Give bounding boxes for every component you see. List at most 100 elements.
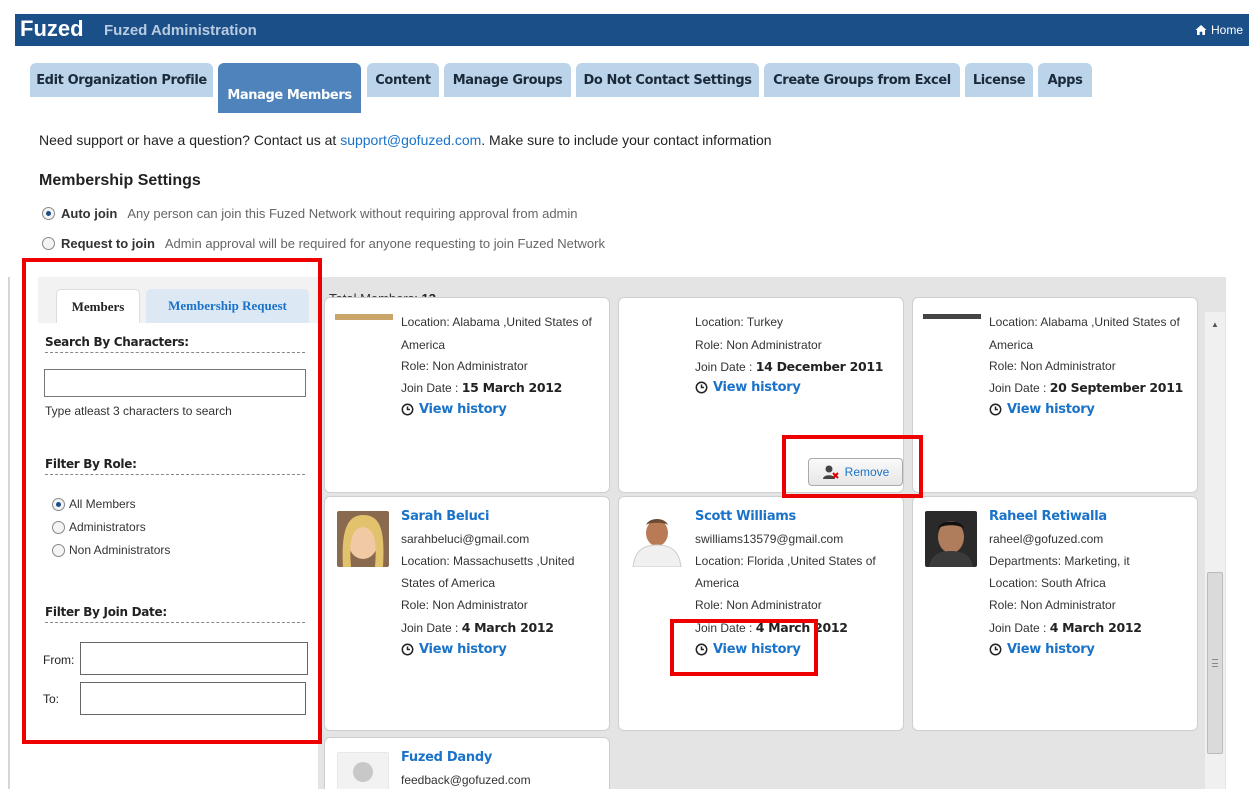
member-join-date: Join Date : 4 March 2012	[401, 620, 554, 635]
member-email: swilliams13579@gmail.com	[695, 532, 844, 546]
support-suffix: . Make sure to include your contact info…	[481, 132, 772, 148]
member-role: Role: Non Administrator	[401, 598, 528, 612]
view-history-label: View history	[1007, 402, 1095, 417]
member-join-date: Join Date : 20 September 2011	[989, 380, 1183, 395]
header-bar: Fuzed Fuzed Administration Home	[15, 14, 1249, 46]
support-message: Need support or have a question? Contact…	[39, 132, 772, 148]
member-name[interactable]: Fuzed Dandy	[401, 750, 492, 765]
support-email-link[interactable]: support@gofuzed.com	[340, 132, 481, 148]
highlight-filter-panel	[22, 258, 322, 744]
auto-join-label: Auto join	[61, 206, 118, 221]
join-date-value: 4 March 2012	[1049, 620, 1142, 635]
avatar	[925, 511, 977, 567]
auto-join-desc: Any person can join this Fuzed Network w…	[127, 206, 578, 221]
request-join-option[interactable]: Request to join Admin approval will be r…	[42, 236, 605, 251]
tab-do-not-contact[interactable]: Do Not Contact Settings	[576, 63, 759, 97]
view-history-link[interactable]: View history	[695, 380, 801, 395]
member-location-cont: America	[695, 576, 740, 590]
tab-content[interactable]: Content	[367, 63, 439, 97]
join-date-value: 15 March 2012	[461, 380, 563, 395]
avatar	[335, 314, 393, 320]
member-card: Sarah Beluci sarahbeluci@gmail.com Locat…	[324, 496, 610, 731]
member-join-date: Join Date : 15 March 2012	[401, 380, 562, 395]
view-history-link[interactable]: View history	[989, 402, 1095, 417]
member-role: Role: Non Administrator	[695, 338, 822, 352]
support-prefix: Need support or have a question? Contact…	[39, 132, 341, 148]
clock-icon	[401, 403, 414, 416]
member-card: Location: Alabama ,United States of Amer…	[912, 297, 1198, 493]
member-join-date: Join Date : 14 December 2011	[695, 359, 883, 374]
member-location-cont: America	[401, 338, 446, 352]
avatar	[631, 511, 683, 567]
request-join-desc: Admin approval will be required for anyo…	[164, 236, 605, 251]
request-join-radio[interactable]	[42, 237, 55, 250]
avatar	[337, 511, 389, 567]
highlight-view-history	[670, 619, 818, 676]
join-date-label: Join Date :	[989, 621, 1047, 635]
tab-edit-organization-profile[interactable]: Edit Organization Profile	[30, 63, 213, 97]
member-location-cont: America	[989, 338, 1034, 352]
clock-icon	[695, 381, 708, 394]
join-date-label: Join Date :	[695, 360, 753, 374]
member-card: Scott Williams swilliams13579@gmail.com …	[618, 496, 904, 731]
member-location: Location: Massachusetts ,United	[401, 554, 575, 568]
clock-icon	[401, 643, 414, 656]
avatar	[337, 752, 389, 789]
tab-create-groups-excel[interactable]: Create Groups from Excel	[764, 63, 960, 97]
member-name[interactable]: Scott Williams	[695, 509, 796, 524]
header-subtitle: Fuzed Administration	[104, 22, 257, 39]
member-card: Raheel Retiwalla raheel@gofuzed.com Depa…	[912, 496, 1198, 731]
membership-settings-title: Membership Settings	[39, 172, 201, 189]
scroll-up-icon[interactable]: ▲	[1211, 320, 1219, 329]
member-departments: Departments: Marketing, it	[989, 554, 1130, 568]
member-role: Role: Non Administrator	[401, 359, 528, 373]
view-history-label: View history	[1007, 642, 1095, 657]
member-card: Location: Alabama ,United States of Amer…	[324, 297, 610, 493]
member-location: Location: Turkey	[695, 315, 784, 329]
member-location: Location: Florida ,United States of	[695, 554, 876, 568]
members-scrollbar[interactable]: ▲	[1205, 312, 1225, 789]
auto-join-option[interactable]: Auto join Any person can join this Fuzed…	[42, 206, 578, 221]
brand-logo[interactable]: Fuzed	[20, 16, 84, 42]
member-email: sarahbeluci@gmail.com	[401, 532, 530, 546]
view-history-link[interactable]: View history	[401, 642, 507, 657]
request-join-label: Request to join	[61, 236, 155, 251]
join-date-value: 20 September 2011	[1049, 380, 1184, 395]
view-history-link[interactable]: View history	[989, 642, 1095, 657]
home-label: Home	[1210, 23, 1243, 37]
scroll-thumb[interactable]	[1207, 572, 1223, 754]
members-list: Total Members: 13 Location: Alabama ,Uni…	[318, 277, 1226, 789]
auto-join-radio[interactable]	[42, 207, 55, 220]
tab-license[interactable]: License	[965, 63, 1033, 97]
join-date-label: Join Date :	[401, 621, 459, 635]
header: Fuzed Fuzed Administration Home	[0, 0, 1249, 60]
member-location-cont: States of America	[401, 576, 496, 590]
member-location: Location: Alabama ,United States of	[989, 315, 1180, 329]
tab-manage-members[interactable]: Manage Members	[218, 63, 361, 113]
member-join-date: Join Date : 4 March 2012	[989, 620, 1142, 635]
join-date-value: 4 March 2012	[461, 620, 554, 635]
join-date-label: Join Date :	[401, 381, 459, 395]
grip-icon	[1212, 659, 1218, 667]
clock-icon	[989, 403, 1002, 416]
tab-apps[interactable]: Apps	[1038, 63, 1092, 97]
view-history-link[interactable]: View history	[401, 402, 507, 417]
member-card: Fuzed Dandy feedback@gofuzed.com	[324, 737, 610, 789]
member-location: Location: Alabama ,United States of	[401, 315, 592, 329]
home-link[interactable]: Home	[1195, 23, 1243, 37]
clock-icon	[989, 643, 1002, 656]
join-date-label: Join Date :	[989, 381, 1047, 395]
home-icon	[1195, 25, 1207, 35]
highlight-remove-button	[782, 435, 923, 498]
tab-manage-groups[interactable]: Manage Groups	[444, 63, 571, 97]
join-date-value: 14 December 2011	[755, 359, 884, 374]
member-email: feedback@gofuzed.com	[401, 773, 531, 787]
member-location: Location: South Africa	[989, 576, 1106, 590]
member-role: Role: Non Administrator	[989, 598, 1116, 612]
member-role: Role: Non Administrator	[695, 598, 822, 612]
member-name[interactable]: Raheel Retiwalla	[989, 509, 1107, 524]
member-role: Role: Non Administrator	[989, 359, 1116, 373]
view-history-label: View history	[713, 380, 801, 395]
view-history-label: View history	[419, 642, 507, 657]
member-name[interactable]: Sarah Beluci	[401, 509, 489, 524]
